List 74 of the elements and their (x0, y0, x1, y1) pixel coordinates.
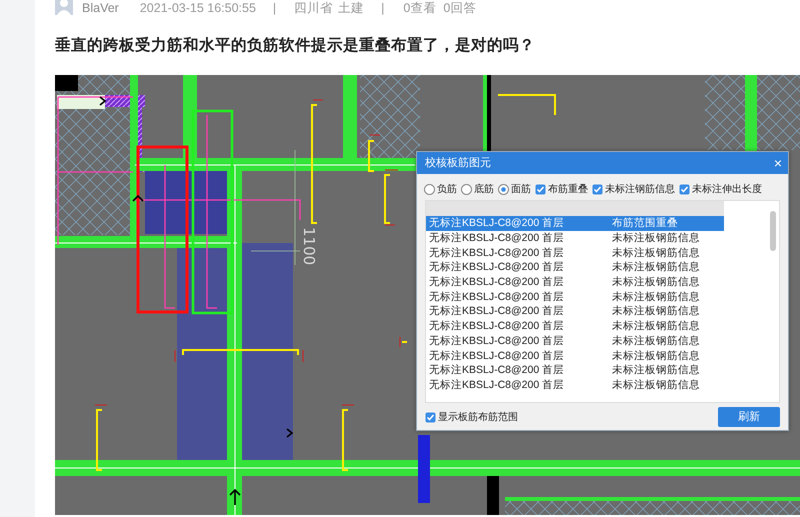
table-cell: 未标注板钢筋信息 (612, 231, 700, 246)
radio-button[interactable] (461, 184, 472, 195)
checkbox[interactable] (592, 184, 603, 195)
option-label[interactable]: 面筋 (511, 182, 531, 197)
table-cell-text: 首层 (542, 231, 565, 246)
table-cell: 未标注板钢筋信息 (612, 334, 700, 348)
table-cell-text: 无标注KBSLJ-C8@200 (428, 290, 540, 304)
table-cell-text: 首层 (542, 216, 565, 230)
table-cell: 未标注板钢筋信息 (612, 363, 700, 378)
option-label[interactable]: 未标注伸出长度 (692, 182, 762, 197)
table-cell-text: 首层 (542, 304, 565, 318)
table-cell-text: 无标注KBSLJ-C8@200 (428, 260, 540, 274)
rebar-line (402, 341, 407, 343)
checkbox[interactable] (679, 184, 690, 195)
table-cell: 未标注板钢筋信息 (612, 275, 700, 290)
option-label[interactable]: 底筋 (474, 182, 494, 197)
rebar-line (342, 409, 348, 471)
answers-count: 0回答 (443, 1, 476, 16)
list-row[interactable]: 无标注KBSLJ-C8@200 首层 布筋范围重叠 (426, 216, 724, 231)
table-cell-text: 无标注KBSLJ-C8@200 (428, 334, 540, 348)
column-block (55, 75, 78, 91)
dialog-title: 校核板筋图元 (425, 156, 491, 171)
checkbox[interactable] (535, 184, 546, 195)
table-cell-text: 无标注KBSLJ-C8@200 (428, 216, 540, 230)
table-cell-text: 无标注KBSLJ-C8@200 (428, 378, 540, 392)
table-cell-text: 无标注KBSLJ-C8@200 (428, 304, 540, 318)
views-count: 0查看 (403, 1, 436, 16)
close-button[interactable]: × (774, 156, 782, 170)
table-cell-text: 首层 (542, 334, 565, 348)
category-label: 土建 (338, 1, 364, 16)
question-title: 垂直的跨板受力筋和水平的负筋软件提示是重叠布置了，是对的吗？ (55, 36, 536, 56)
table-cell-text: 无标注KBSLJ-C8@200 (428, 319, 540, 334)
table-cell-text: 无标注KBSLJ-C8@200 (428, 348, 540, 363)
table-cell-text: 无标注KBSLJ-C8@200 (428, 231, 540, 246)
dimension-label: 1100 (300, 227, 318, 266)
option-label[interactable]: 显示板筋布筋范围 (438, 410, 518, 424)
table-cell-text: 首层 (542, 260, 565, 274)
table-cell-text: 无标注KBSLJ-C8@200 (428, 246, 540, 260)
table-cell-text: 首层 (542, 319, 565, 334)
column-block (487, 476, 499, 515)
column-block (418, 435, 430, 503)
rebar-line (498, 94, 556, 115)
table-cell-text: 无标注KBSLJ-C8@200 (428, 363, 540, 378)
table-cell-text: 首层 (542, 275, 565, 290)
table-cell-text: 首层 (542, 246, 565, 260)
radio-button[interactable] (498, 184, 509, 195)
radio-button[interactable] (424, 184, 435, 195)
table-cell-text: 首层 (542, 348, 565, 363)
rebar-line (368, 140, 374, 172)
table-cell: 未标注板钢筋信息 (612, 304, 700, 318)
table-cell: 未标注板钢筋信息 (612, 290, 700, 304)
table-cell: 未标注板钢筋信息 (612, 378, 700, 392)
table-cell: 未标注板钢筋信息 (612, 348, 700, 363)
option-label[interactable]: 负筋 (437, 182, 457, 197)
separator: | (272, 1, 276, 16)
table-cell: 布筋范围重叠 (612, 216, 678, 230)
scrollbar-thumb[interactable] (770, 211, 776, 251)
table-cell-text: 首层 (542, 363, 565, 378)
checkbox[interactable] (425, 412, 436, 422)
separator: | (381, 1, 384, 16)
location-label: 四川省 (294, 1, 334, 16)
table-cell: 未标注板钢筋信息 (612, 246, 700, 260)
table-cell: 未标注板钢筋信息 (612, 319, 700, 334)
table-cell-text: 首层 (542, 290, 565, 304)
table-cell-text: 无标注KBSLJ-C8@200 (428, 275, 540, 290)
option-label[interactable]: 布筋重叠 (548, 182, 588, 197)
rebar-line (96, 409, 102, 471)
option-label[interactable]: 未标注钢筋信息 (605, 182, 675, 197)
table-cell: 未标注板钢筋信息 (612, 260, 700, 274)
post-date: 2021-03-15 16:50:55 (140, 1, 256, 16)
table-cell-text: 首层 (542, 378, 565, 392)
refresh-button[interactable]: 刷新 (718, 407, 780, 427)
arrow-icon (229, 488, 241, 506)
rebar-line (384, 174, 390, 224)
